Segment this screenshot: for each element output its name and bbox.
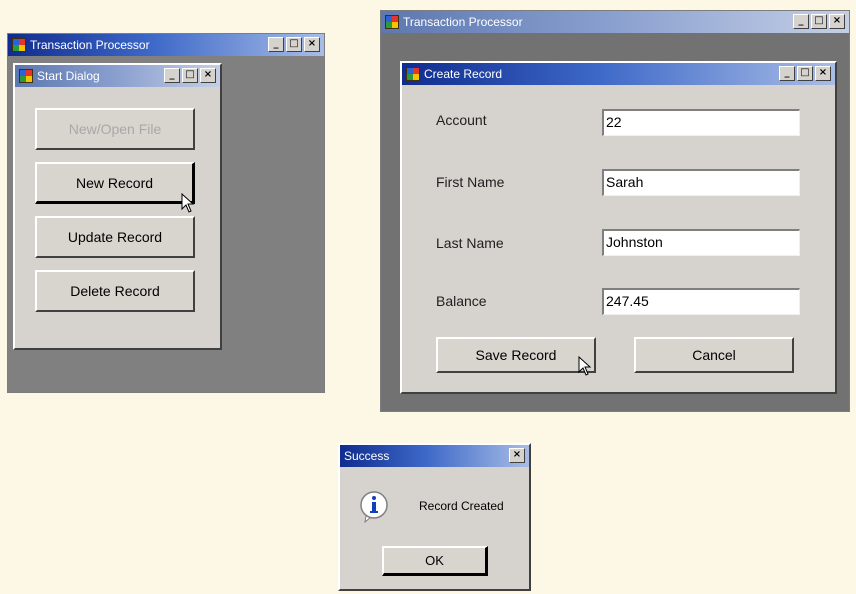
create-record-title: Create Record [424, 67, 503, 81]
close-button[interactable]: × [815, 66, 831, 81]
close-button[interactable]: × [829, 14, 845, 29]
window-title: Transaction Processor [403, 15, 523, 29]
close-button[interactable]: × [304, 37, 320, 52]
app-icon [19, 69, 33, 83]
mouse-cursor-icon [181, 193, 195, 213]
maximize-button[interactable]: □ [182, 68, 198, 83]
close-button[interactable]: × [509, 448, 525, 463]
delete-record-button[interactable]: Delete Record [35, 270, 195, 312]
app-icon [406, 67, 420, 81]
maximize-button[interactable]: □ [797, 66, 813, 81]
balance-field[interactable]: 247.45 [602, 288, 800, 315]
start-dialog: Start Dialog _ □ × New/Open File New Rec… [13, 63, 222, 350]
maximize-button[interactable]: □ [811, 14, 827, 29]
account-label: Account [436, 112, 487, 128]
update-record-button[interactable]: Update Record [35, 216, 195, 258]
title-bar[interactable]: Transaction Processor _ □ × [381, 11, 849, 33]
maximize-button[interactable]: □ [286, 37, 302, 52]
success-message: Record Created [419, 499, 504, 513]
new-open-file-button[interactable]: New/Open File [35, 108, 195, 150]
success-dialog: Success × Record Created OK [338, 443, 531, 591]
app-icon [12, 38, 26, 52]
success-title: Success [344, 449, 390, 463]
window-title: Transaction Processor [30, 38, 150, 52]
first-name-field[interactable]: Sarah [602, 169, 800, 196]
app-icon [385, 15, 399, 29]
minimize-button[interactable]: _ [793, 14, 809, 29]
success-title-bar[interactable]: Success × [340, 445, 529, 467]
create-record-title-bar[interactable]: Create Record _ □ × [402, 63, 835, 85]
close-button[interactable]: × [200, 68, 216, 83]
account-field[interactable]: 22 [602, 109, 800, 136]
balance-label: Balance [436, 293, 487, 309]
cancel-button[interactable]: Cancel [634, 337, 794, 373]
minimize-button[interactable]: _ [268, 37, 284, 52]
start-dialog-title: Start Dialog [37, 69, 100, 83]
minimize-button[interactable]: _ [164, 68, 180, 83]
start-dialog-title-bar[interactable]: Start Dialog _ □ × [15, 65, 220, 87]
last-name-label: Last Name [436, 235, 504, 251]
info-icon [360, 491, 388, 523]
mouse-cursor-icon [578, 356, 592, 376]
last-name-field[interactable]: Johnston [602, 229, 800, 256]
new-record-button[interactable]: New Record [35, 162, 195, 204]
title-bar[interactable]: Transaction Processor _ □ × [8, 34, 324, 56]
minimize-button[interactable]: _ [779, 66, 795, 81]
ok-button[interactable]: OK [382, 546, 488, 576]
first-name-label: First Name [436, 174, 505, 190]
save-record-button[interactable]: Save Record [436, 337, 596, 373]
create-record-dialog: Create Record _ □ × Account 22 First Nam… [400, 61, 837, 394]
transaction-processor-window-left: Transaction Processor _ □ × Start Dialog… [7, 33, 325, 393]
transaction-processor-window-right: Transaction Processor _ □ × Create Recor… [380, 10, 850, 412]
